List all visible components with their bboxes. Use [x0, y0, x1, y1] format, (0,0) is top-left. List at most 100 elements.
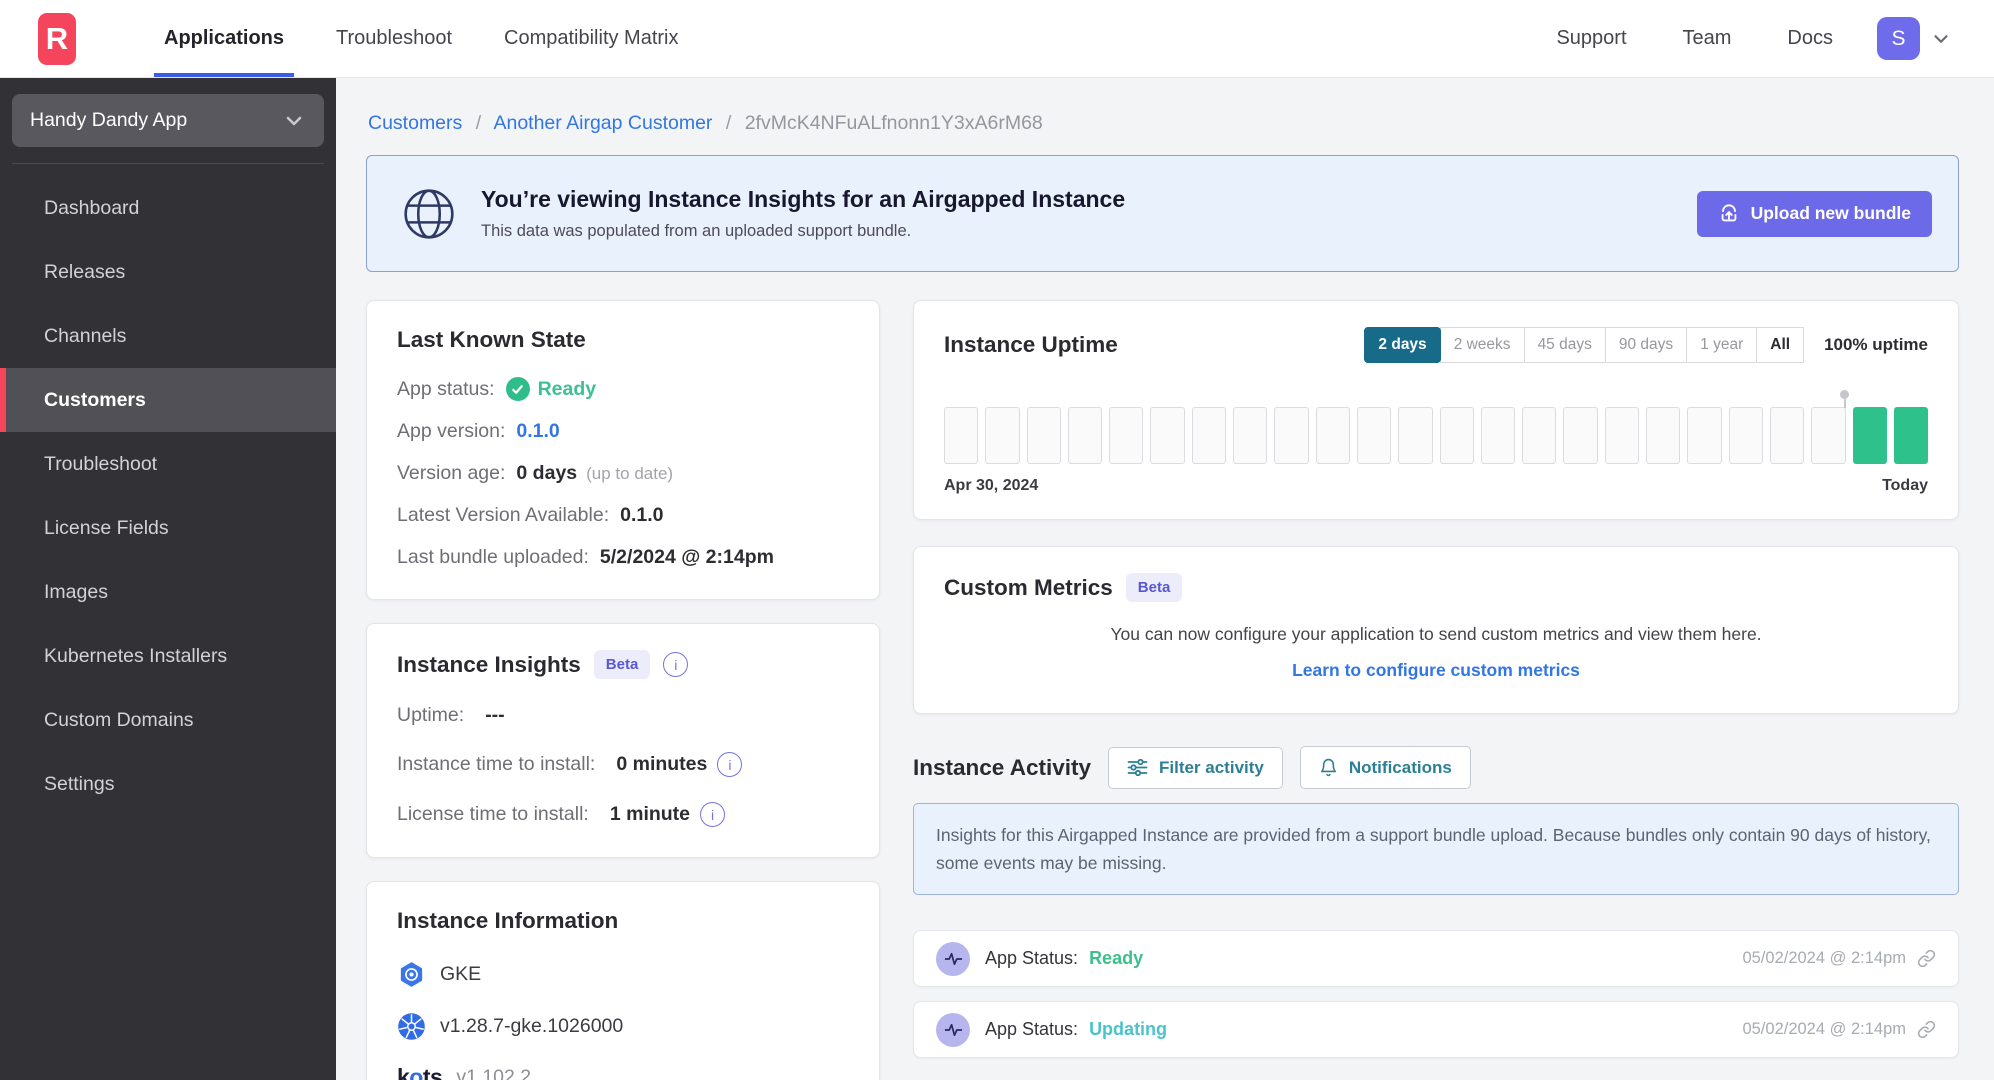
uptime-start-label: Apr 30, 2024: [944, 477, 1039, 494]
link-icon[interactable]: [1917, 949, 1936, 968]
activity-event-row: App Status: Updating 05/02/2024 @ 2:14pm: [913, 1001, 1959, 1058]
uptime-cell: [944, 407, 979, 464]
pulse-icon: [936, 941, 970, 976]
breadcrumb: Customers / Another Airgap Customer / 2f…: [368, 112, 1043, 134]
event-timestamp: 05/02/2024 @ 2:14pm: [1742, 949, 1906, 967]
link-icon[interactable]: [1917, 1020, 1936, 1039]
sidebar-item[interactable]: Custom Domains: [0, 688, 336, 752]
activity-event-row: App Status: Ready 05/02/2024 @ 2:14pm: [913, 930, 1959, 987]
uptime-row: Uptime: ---: [397, 704, 505, 726]
uptime-cell: [1646, 407, 1681, 464]
notifications-button[interactable]: Notifications: [1299, 746, 1471, 789]
nav-item[interactable]: Team: [1655, 27, 1760, 50]
sidebar-item[interactable]: Customers: [0, 368, 336, 432]
license-time-to-install-row: License time to install: 1 minute i: [397, 802, 849, 827]
uptime-marker-dot: [1840, 390, 1850, 408]
info-icon[interactable]: i: [663, 652, 689, 677]
uptime-cell: [1191, 407, 1227, 464]
card-title: Instance Information: [397, 908, 619, 933]
info-icon[interactable]: i: [717, 752, 743, 777]
sidebar-item[interactable]: Kubernetes Installers: [0, 624, 336, 688]
sidebar-item[interactable]: Dashboard: [0, 176, 336, 240]
configure-metrics-link[interactable]: Learn to configure custom metrics: [944, 660, 1928, 681]
uptime-summary: 100% uptime: [1824, 335, 1928, 354]
uptime-range-selector: 2 days 2 weeks 45 days 90 days 1 year All: [1364, 327, 1805, 363]
app-version-row: App version: 0.1.0: [397, 420, 560, 443]
bell-icon: [1319, 757, 1338, 778]
uptime-end-label: Today: [1882, 477, 1928, 494]
uptime-cell: [1109, 407, 1144, 464]
filter-activity-button[interactable]: Filter activity: [1107, 746, 1283, 789]
banner-title: You’re viewing Instance Insights for an …: [481, 186, 1126, 212]
sidebar-item[interactable]: Settings: [0, 752, 336, 816]
sidebar-item[interactable]: Channels: [0, 304, 336, 368]
sidebar: Handy Dandy App Dashboard Releases Channel…: [0, 78, 336, 1080]
breadcrumb-link-customers[interactable]: Customers: [368, 112, 462, 134]
uptime-cell: [1150, 407, 1185, 464]
nav-item[interactable]: Troubleshoot: [310, 0, 478, 77]
sidebar-menu: Dashboard Releases Channels Customers Troubl…: [0, 176, 336, 816]
uptime-cell: [1356, 407, 1392, 464]
secondary-nav: Support Team Docs S: [1528, 17, 1952, 60]
upload-new-bundle-button[interactable]: Upload new bundle: [1696, 190, 1932, 237]
breadcrumb-link-customer[interactable]: Another Airgap Customer: [493, 112, 712, 134]
version-age-row: Version age: 0 days (up to date): [397, 462, 674, 484]
kots-logo: kots: [397, 1064, 443, 1080]
avatar[interactable]: S: [1877, 17, 1920, 60]
uptime-cell: [1604, 407, 1640, 464]
range-button[interactable]: 45 days: [1523, 327, 1606, 363]
card-title: Custom Metrics: [944, 574, 1113, 600]
uptime-cell: [985, 407, 1020, 464]
instance-insights-card: Instance Insights Beta i Uptime: --- Ins…: [366, 623, 880, 858]
app-status-value: Ready: [537, 377, 597, 400]
uptime-cell: [1067, 407, 1103, 464]
range-button[interactable]: 1 year: [1686, 327, 1758, 363]
uptime-cell: [1398, 407, 1433, 464]
distribution-item: GKE: [397, 960, 849, 989]
pulse-icon: [936, 1012, 970, 1047]
main-content: Customers / Another Airgap Customer / 2f…: [336, 78, 1994, 1080]
beta-badge: Beta: [593, 650, 651, 679]
kubernetes-icon: [397, 1012, 426, 1041]
airgap-history-notice: Insights for this Airgapped Instance are…: [913, 803, 1959, 895]
card-title: Instance Uptime: [944, 332, 1118, 357]
custom-metrics-card: Custom Metrics Beta You can now configur…: [913, 546, 1959, 714]
uptime-cell: [1811, 407, 1846, 464]
uptime-cell: [1687, 407, 1722, 464]
chevron-down-icon[interactable]: [1930, 28, 1952, 50]
app-version-link[interactable]: 0.1.0: [516, 420, 559, 443]
uptime-cell: [1026, 407, 1061, 464]
kots-version-item: kots v1.102.2: [397, 1064, 849, 1080]
custom-metrics-text: You can now configure your application t…: [1110, 624, 1762, 644]
sidebar-item[interactable]: Images: [0, 560, 336, 624]
range-button[interactable]: 2 weeks: [1439, 327, 1525, 363]
range-button[interactable]: All: [1756, 327, 1805, 363]
uptime-cell: [1522, 407, 1557, 464]
uptime-cell: [1315, 407, 1350, 464]
range-button[interactable]: 90 days: [1604, 327, 1688, 363]
sidebar-item[interactable]: Troubleshoot: [0, 432, 336, 496]
sidebar-item[interactable]: License Fields: [0, 496, 336, 560]
app-selector-label: Handy Dandy App: [30, 109, 188, 131]
instance-uptime-card: Instance Uptime 2 days 2 weeks 45 days 90 d…: [913, 300, 1959, 520]
sidebar-item[interactable]: Releases: [0, 240, 336, 304]
uptime-cell: [1769, 407, 1805, 464]
info-icon[interactable]: i: [700, 802, 726, 827]
nav-item[interactable]: Applications: [138, 0, 310, 77]
k8s-version-item: v1.28.7-gke.1026000: [397, 1012, 849, 1041]
event-status: Ready: [1089, 948, 1144, 968]
nav-item[interactable]: Support: [1528, 27, 1654, 50]
uptime-cell: [1852, 407, 1887, 464]
globe-icon: [401, 186, 457, 242]
range-button[interactable]: 2 days: [1364, 327, 1441, 363]
uptime-cell: [1439, 407, 1474, 464]
app-selector-dropdown[interactable]: Handy Dandy App: [12, 94, 324, 147]
replicated-logo[interactable]: R: [38, 12, 76, 65]
upload-icon: [1718, 203, 1740, 225]
nav-item[interactable]: Docs: [1759, 27, 1861, 50]
primary-nav: Applications Troubleshoot Compatibility Ma…: [138, 0, 705, 77]
nav-item[interactable]: Compatibility Matrix: [478, 0, 704, 77]
latest-version-row: Latest Version Available: 0.1.0: [397, 504, 664, 526]
beta-badge: Beta: [1125, 573, 1183, 602]
uptime-cell: [1274, 407, 1309, 464]
